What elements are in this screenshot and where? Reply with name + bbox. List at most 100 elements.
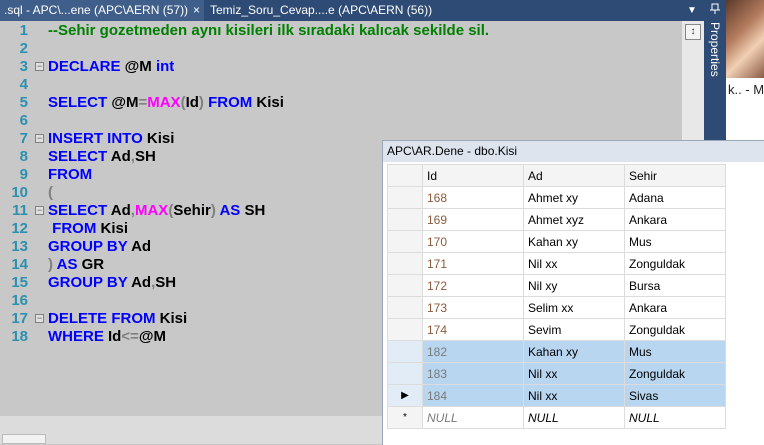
cell-ad[interactable]: Kahan xy <box>523 340 625 363</box>
row-header[interactable] <box>387 208 423 231</box>
tab-second-query[interactable]: Temiz_Soru_Cevap....e (APC\AERN (56)) <box>206 0 466 21</box>
cell-id[interactable]: 169 <box>422 208 524 231</box>
new-row[interactable]: * NULL NULL NULL <box>387 406 726 429</box>
line-number: 14 <box>11 256 28 273</box>
code-token: int <box>155 58 175 75</box>
table-row[interactable]: 173 Selim xx Ankara <box>387 296 726 319</box>
line-number: 3 <box>19 58 28 75</box>
table-row[interactable]: 168 Ahmet xy Adana <box>387 186 726 209</box>
cell-ad[interactable]: Sevim <box>523 318 625 341</box>
row-header[interactable] <box>387 318 423 341</box>
cell-ad[interactable]: Nil xx <box>523 252 625 275</box>
code-line[interactable]: 2 <box>0 40 682 58</box>
line-number: 10 <box>11 184 28 201</box>
cell-ad[interactable]: Nil xy <box>523 274 625 297</box>
row-header-corner[interactable] <box>387 164 423 187</box>
line-number: 15 <box>11 274 28 291</box>
table-row[interactable]: 171 Nil xx Zonguldak <box>387 252 726 275</box>
column-header-ad[interactable]: Ad <box>523 164 625 187</box>
code-token: SELECT <box>48 94 112 111</box>
row-header[interactable] <box>387 186 423 209</box>
code-line[interactable]: 4 <box>0 76 682 94</box>
table-row[interactable]: 182 Kahan xy Mus <box>387 340 726 363</box>
code-text: ) AS GR <box>48 256 104 274</box>
column-header-sehir[interactable]: Sehir <box>624 164 726 187</box>
code-token: SH <box>134 148 156 165</box>
line-number: 5 <box>19 94 28 111</box>
table-row[interactable]: 174 Sevim Zonguldak <box>387 318 726 341</box>
cell-sehir[interactable]: Sivas <box>624 384 726 407</box>
cell-sehir[interactable]: Bursa <box>624 274 726 297</box>
cell-sehir[interactable]: Zonguldak <box>624 362 726 385</box>
cell-id[interactable]: 172 <box>422 274 524 297</box>
row-header[interactable] <box>387 340 423 363</box>
tab-query-editor[interactable]: .sql - APC\...ene (APC\AERN (57)) × <box>0 0 204 21</box>
close-icon[interactable]: × <box>193 0 200 21</box>
code-token: MAX <box>147 94 181 111</box>
cell-id[interactable]: 183 <box>422 362 524 385</box>
cell-ad[interactable]: Nil xx <box>523 384 625 407</box>
splitter-icon[interactable]: ↕ <box>685 24 701 40</box>
line-number: 16 <box>11 292 28 309</box>
collapse-icon[interactable]: − <box>35 314 44 323</box>
cell-ad[interactable]: Ahmet xy <box>523 186 625 209</box>
row-header[interactable]: * <box>387 406 423 429</box>
code-token: Id <box>108 328 122 345</box>
table-row[interactable]: 183 Nil xx Zonguldak <box>387 362 726 385</box>
row-header[interactable]: ▶ <box>387 384 423 407</box>
cell-sehir[interactable]: Zonguldak <box>624 318 726 341</box>
cell-ad[interactable]: NULL <box>523 406 625 429</box>
collapse-icon[interactable]: − <box>35 62 44 71</box>
code-line[interactable]: 1 --Sehir gozetmeden aynı kisileri ilk sı… <box>0 22 682 40</box>
cell-sehir[interactable]: Ankara <box>624 296 726 319</box>
code-token: Kisi <box>159 310 188 327</box>
code-token: SH <box>244 202 266 219</box>
cell-sehir[interactable]: Mus <box>624 340 726 363</box>
window-title: APC\AR.Dene - dbo.Kisi <box>387 144 518 158</box>
cell-sehir[interactable]: Ankara <box>624 208 726 231</box>
row-header[interactable] <box>387 274 423 297</box>
table-row[interactable]: 170 Kahan xy Mus <box>387 230 726 253</box>
cell-id[interactable]: 171 <box>422 252 524 275</box>
cell-ad[interactable]: Selim xx <box>523 296 625 319</box>
code-text: SELECT Ad,SH <box>48 148 156 166</box>
cell-ad[interactable]: Nil xx <box>523 362 625 385</box>
cell-ad[interactable]: Kahan xy <box>523 230 625 253</box>
data-grid: Id Ad Sehir 168 Ahmet xy Adana 169 Ahmet xyz… <box>383 162 764 445</box>
column-header-id[interactable]: Id <box>422 164 524 187</box>
tab-label: .sql - APC\...ene (APC\AERN (57)) <box>4 3 189 17</box>
cell-id[interactable]: 168 <box>422 186 524 209</box>
cell-sehir[interactable]: Mus <box>624 230 726 253</box>
cell-id[interactable]: 170 <box>422 230 524 253</box>
cell-id[interactable]: NULL <box>422 406 524 429</box>
row-header[interactable] <box>387 296 423 319</box>
pin-icon[interactable] <box>709 3 721 15</box>
cell-id[interactable]: 173 <box>422 296 524 319</box>
horizontal-scrollbar[interactable] <box>0 416 382 444</box>
background-photo <box>726 0 764 78</box>
table-row[interactable]: 172 Nil xy Bursa <box>387 274 726 297</box>
scrollbar-thumb[interactable] <box>2 434 46 444</box>
cell-id[interactable]: 174 <box>422 318 524 341</box>
cell-id[interactable]: 182 <box>422 340 524 363</box>
table-row[interactable]: 169 Ahmet xyz Ankara <box>387 208 726 231</box>
cell-sehir[interactable]: NULL <box>624 406 726 429</box>
collapse-icon[interactable]: − <box>35 134 44 143</box>
code-text: GROUP BY Ad,SH <box>48 274 176 292</box>
cell-id[interactable]: 184 <box>422 384 524 407</box>
code-line[interactable]: 5 SELECT @M=MAX(Id) FROM Kisi <box>0 94 682 112</box>
code-line[interactable]: 6 <box>0 112 682 130</box>
cell-sehir[interactable]: Zonguldak <box>624 252 726 275</box>
collapse-icon[interactable]: − <box>35 206 44 215</box>
code-line[interactable]: 3− DECLARE @M int <box>0 58 682 76</box>
row-header[interactable] <box>387 362 423 385</box>
code-token: MAX <box>134 202 169 219</box>
properties-panel-tab[interactable]: Properties <box>704 0 726 140</box>
window-title-bar[interactable]: APC\AR.Dene - dbo.Kisi <box>383 141 764 162</box>
table-row[interactable]: ▶ 184 Nil xx Sivas <box>387 384 726 407</box>
cell-ad[interactable]: Ahmet xyz <box>523 208 625 231</box>
cell-sehir[interactable]: Adana <box>624 186 726 209</box>
row-header[interactable] <box>387 252 423 275</box>
row-header[interactable] <box>387 230 423 253</box>
chevron-down-icon[interactable]: ▼ <box>684 0 700 21</box>
